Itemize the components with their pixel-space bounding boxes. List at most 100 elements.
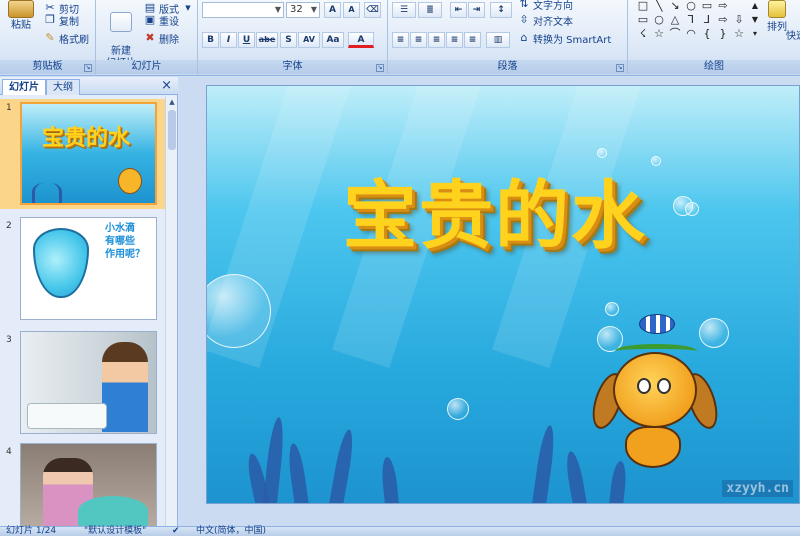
font-launcher-icon[interactable]: ↘: [376, 64, 384, 72]
paragraph-group: ☰ ≣ ⇤ ⇥ ↕ ⇅ 文字方向 ⇳ 对齐文本 ⌂ 转换为 SmartArt ≡…: [388, 0, 628, 76]
numbering-button[interactable]: ≣: [418, 2, 442, 18]
bold-button[interactable]: B: [202, 32, 219, 48]
slide-thumbnail-row[interactable]: 2 小水滴 有哪些 作用呢？: [0, 217, 165, 327]
slide-counter: 幻灯片 1/24: [6, 526, 57, 536]
tab-outline[interactable]: 大纲: [46, 79, 80, 95]
align-left-button[interactable]: ≡: [392, 32, 409, 48]
arc-shape-icon[interactable]: ◠: [684, 28, 698, 40]
chevron-down-icon: ▼: [310, 5, 317, 14]
underline-button[interactable]: U: [238, 32, 255, 48]
rectangle-shape-icon[interactable]: ▭: [636, 14, 650, 26]
dog-body: [625, 426, 681, 468]
arrow-shape-icon[interactable]: ↘: [668, 0, 682, 12]
wave-shape-icon[interactable]: ☇: [636, 28, 650, 40]
align-text-label: 对齐文本: [533, 16, 573, 28]
align-right-button[interactable]: ≡: [428, 32, 445, 48]
change-case-button[interactable]: Aa: [322, 32, 344, 48]
line-shape-icon[interactable]: ╲: [652, 0, 666, 12]
bullets-button[interactable]: ☰: [392, 2, 416, 18]
sink-photo: [27, 403, 107, 429]
align-text-button[interactable]: ⇳ 对齐文本: [518, 12, 573, 28]
elbow-connector-icon[interactable]: ⅃: [700, 14, 714, 26]
triangle-shape-icon[interactable]: △: [668, 14, 682, 26]
curve-shape-icon[interactable]: ⌒: [668, 28, 682, 40]
strikethrough-button[interactable]: abe: [256, 32, 278, 48]
paragraph-launcher-icon[interactable]: ↘: [616, 64, 624, 72]
slide-thumbnail-row[interactable]: 1 宝贵的水: [0, 99, 165, 209]
language-label[interactable]: 中文(简体，中国): [196, 527, 266, 536]
shadow-button[interactable]: S: [280, 32, 297, 48]
bubble: [605, 302, 619, 316]
slide-title[interactable]: 宝贵的水: [295, 156, 695, 263]
slide-canvas[interactable]: 宝贵的水 xzyyh.cn: [206, 85, 800, 504]
rectangle-shape-icon[interactable]: □: [636, 0, 650, 12]
char-spacing-button[interactable]: AV: [298, 32, 320, 48]
grow-font-button[interactable]: A: [324, 2, 341, 18]
quick-styles-button[interactable]: 快速: [786, 26, 800, 42]
oval-shape-icon[interactable]: ○: [652, 14, 666, 26]
slide-thumbnail[interactable]: 小水滴 有哪些 作用呢？: [20, 217, 157, 320]
seaweed: [286, 442, 310, 503]
arrange-label: 排列: [767, 22, 787, 33]
font-size-combo[interactable]: 32 ▼: [286, 2, 320, 18]
scroll-up-icon[interactable]: ▲: [167, 97, 177, 107]
oval-shape-icon[interactable]: ○: [684, 0, 698, 12]
increase-indent-button[interactable]: ⇥: [468, 2, 485, 18]
format-painter-button[interactable]: ✎ 格式刷: [44, 30, 89, 46]
clipboard-group: 粘贴 ✂ 剪切 ❐ 复制 ✎ 格式刷 剪贴板 ↘: [0, 0, 96, 76]
reset-button[interactable]: ▣ 重设: [144, 12, 179, 28]
theme-name[interactable]: "默认设计模板": [84, 527, 146, 536]
font-color-button[interactable]: A: [348, 32, 374, 48]
bubble: [447, 398, 469, 420]
slide-thumbnail-row[interactable]: 3: [0, 331, 165, 441]
tab-slides[interactable]: 幻灯片: [2, 79, 46, 95]
copy-button[interactable]: ❐ 复制: [44, 12, 79, 28]
copy-icon: ❐: [45, 13, 55, 26]
down-arrow-shape-icon[interactable]: ⇩: [732, 14, 746, 26]
paragraph-group-label: 段落: [388, 60, 627, 74]
brace-right-icon[interactable]: }: [716, 28, 730, 40]
scroll-down-icon[interactable]: ▼: [748, 14, 762, 26]
text-direction-button[interactable]: ⇅ 文字方向: [518, 0, 573, 12]
drawing-group-label: 绘图: [628, 60, 800, 74]
smartart-button[interactable]: ⌂ 转换为 SmartArt: [518, 30, 612, 46]
distribute-button[interactable]: ≡: [464, 32, 481, 48]
close-icon[interactable]: ×: [161, 79, 172, 93]
thumbnails-scrollbar[interactable]: ▲: [165, 96, 177, 526]
slide-thumbnail[interactable]: [20, 331, 157, 434]
slide-thumbnail[interactable]: [20, 443, 157, 527]
shrink-font-button[interactable]: A: [343, 2, 360, 18]
water-drop-character-image: [33, 228, 89, 298]
elbow-connector-icon[interactable]: ⅂: [684, 14, 698, 26]
italic-button[interactable]: I: [220, 32, 237, 48]
boy-washing-hands-photo: [102, 342, 148, 432]
spellcheck-icon[interactable]: ✔: [172, 527, 180, 536]
smartart-label: 转换为 SmartArt: [533, 34, 612, 46]
right-arrow-shape-icon[interactable]: ⇨: [716, 14, 730, 26]
dog-eye: [657, 378, 671, 394]
paste-button[interactable]: 粘贴: [4, 0, 38, 32]
slide-thumbnail-row[interactable]: 4: [0, 443, 165, 533]
star-shape-icon[interactable]: ☆: [732, 28, 746, 40]
clipboard-group-label: 剪贴板: [0, 60, 95, 74]
rectangle-shape-icon[interactable]: ▭: [700, 0, 714, 12]
delete-slide-button[interactable]: ✖ 删除: [144, 30, 179, 46]
brace-left-icon[interactable]: {: [700, 28, 714, 40]
decrease-indent-button[interactable]: ⇤: [450, 2, 467, 18]
columns-button[interactable]: ▥: [486, 32, 510, 48]
clear-format-button[interactable]: ⌫: [364, 2, 381, 18]
paintbrush-icon: ✎: [45, 31, 55, 44]
font-name-combo[interactable]: ▼: [202, 2, 284, 18]
align-center-button[interactable]: ≡: [410, 32, 427, 48]
line-spacing-button[interactable]: ↕: [490, 2, 512, 18]
font-group-label: 字体: [198, 60, 387, 74]
scroll-up-icon[interactable]: ▲: [748, 0, 762, 12]
right-arrow-shape-icon[interactable]: ⇨: [716, 0, 730, 12]
scrollbar-thumb[interactable]: [168, 110, 176, 150]
clipboard-launcher-icon[interactable]: ↘: [84, 64, 92, 72]
star-shape-icon[interactable]: ☆: [652, 28, 666, 40]
slide-thumbnail[interactable]: 宝贵的水: [20, 102, 157, 205]
more-shapes-icon[interactable]: ▾: [748, 28, 762, 40]
justify-button[interactable]: ≡: [446, 32, 463, 48]
slide-number: 1: [6, 103, 12, 113]
